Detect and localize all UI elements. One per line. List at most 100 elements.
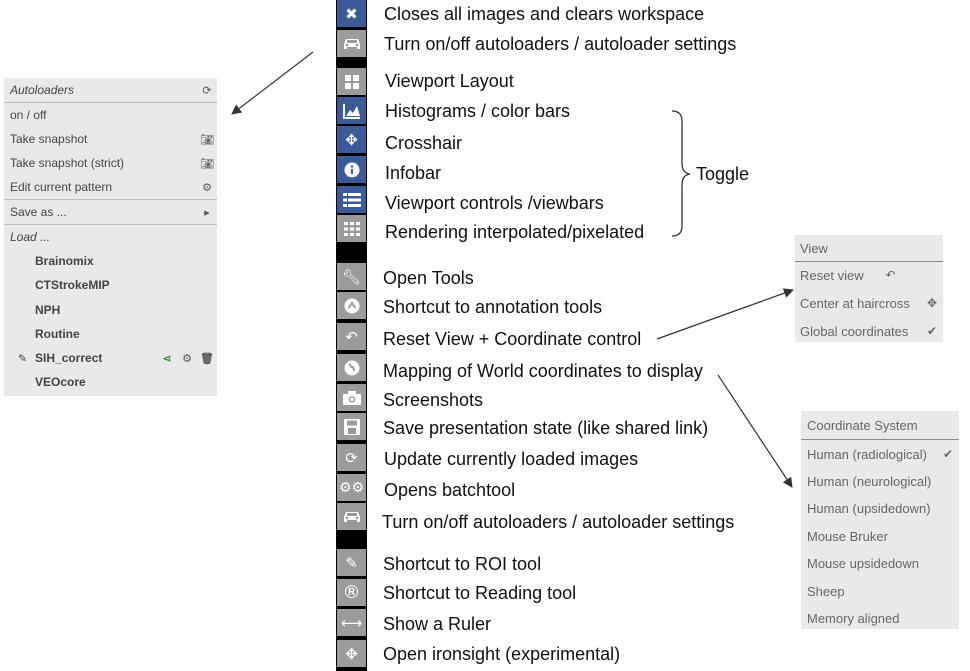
toggle-brace <box>671 110 691 237</box>
desc-batchtool: Opens batchtool <box>384 480 516 500</box>
autoloaders-on-off[interactable]: on / off <box>4 103 217 127</box>
coord-option-label: Mouse upsidedown <box>807 555 920 571</box>
desc-open-tools: Open Tools <box>383 268 474 288</box>
divider <box>801 439 959 440</box>
autoloader-button-2[interactable] <box>337 503 366 530</box>
move-icon: ✥ <box>345 644 358 663</box>
take-snapshot-item[interactable]: Take snapshot 📷︎ <box>4 127 217 151</box>
coord-option[interactable]: Human (upsidedown) <box>801 495 959 521</box>
trash-icon[interactable]: 🗑︎ <box>197 352 217 365</box>
coord-option-label: Human (upsidedown) <box>807 500 931 516</box>
update-images-button[interactable]: ⟳ <box>337 444 366 471</box>
toggle-label: Toggle <box>696 164 750 184</box>
crosshair-button[interactable]: ✥ <box>337 126 366 153</box>
take-snapshot-strict-label: Take snapshot (strict) <box>10 156 125 170</box>
load-item-veocore[interactable]: VEOcore <box>4 370 217 394</box>
coord-panel-title: Coordinate System <box>807 417 918 433</box>
wrench-icon: 🔧︎ <box>341 267 362 286</box>
globe-icon <box>344 360 359 375</box>
autoloaders-header: Autoloaders ⟳ <box>4 78 217 102</box>
desc-reset-view: Reset View + Coordinate control <box>383 329 642 349</box>
coord-option-label: Mouse Bruker <box>807 528 888 544</box>
histograms-button[interactable] <box>337 97 366 124</box>
reset-view-button[interactable]: ↶ <box>337 323 366 350</box>
coord-option[interactable]: Human (neurological) <box>801 468 959 494</box>
edit-pattern-label: Edit current pattern <box>10 180 113 194</box>
tools-button[interactable]: 🔧︎ <box>337 263 366 290</box>
check-icon: ✔ <box>926 324 938 338</box>
desc-autoloaders-2: Turn on/off autoloaders / autoloader set… <box>382 512 735 532</box>
load-item-nph[interactable]: NPH <box>4 298 217 322</box>
coord-option[interactable]: Sheep <box>801 578 959 604</box>
area-chart-icon <box>342 103 360 119</box>
layout-grid-icon <box>344 74 359 89</box>
arrow-to-autoloaders <box>231 51 314 115</box>
desc-histograms: Histograms / color bars <box>385 101 571 121</box>
save-state-button[interactable] <box>337 413 366 440</box>
desc-update-images: Update currently loaded images <box>384 449 639 469</box>
screenshot-button[interactable] <box>337 384 366 411</box>
close-icon: ✖ <box>345 4 358 23</box>
close-all-button[interactable]: ✖ <box>337 0 366 27</box>
gear-icon[interactable]: ⚙ <box>177 352 197 365</box>
reading-tool-button[interactable]: ® <box>337 579 366 606</box>
load-item-label: NPH <box>35 303 61 317</box>
infobar-button[interactable] <box>337 156 366 183</box>
annotation-button[interactable] <box>337 292 366 319</box>
world-mapping-button[interactable] <box>337 354 366 381</box>
roi-tool-button[interactable]: ✎ <box>337 549 366 576</box>
save-as-item[interactable]: Save as ... ▸ <box>4 200 217 224</box>
load-item-brainomix[interactable]: Brainomix <box>4 249 217 273</box>
share-icon[interactable]: ⋖ <box>157 352 177 365</box>
rendering-button[interactable] <box>337 215 366 242</box>
viewport-controls-button[interactable] <box>337 186 366 213</box>
load-item-routine[interactable]: Routine <box>4 322 217 346</box>
coord-option[interactable]: Human (radiological) ✔ <box>801 441 959 467</box>
coord-option-label: Sheep <box>807 583 845 599</box>
desc-reading-tool: Shortcut to Reading tool <box>383 583 577 603</box>
load-item-ctstrokemip[interactable]: CTStrokeMIP <box>4 273 217 297</box>
coord-option[interactable]: Memory aligned <box>801 605 959 631</box>
desc-viewport-layout: Viewport Layout <box>385 71 514 91</box>
on-off-label: on / off <box>10 108 47 122</box>
car-icon <box>343 38 360 49</box>
desc-rendering: Rendering interpolated/pixelated <box>385 222 645 242</box>
coord-option[interactable]: Mouse upsidedown <box>801 550 959 576</box>
pencil-icon: ✎ <box>18 351 28 365</box>
load-item-label: SIH_correct <box>35 351 103 365</box>
refresh-icon: ⟳ <box>345 448 358 467</box>
coord-option[interactable]: Mouse Bruker <box>801 523 959 549</box>
load-item-label: Routine <box>35 327 80 341</box>
coord-option-label: Human (neurological) <box>807 473 932 489</box>
desc-viewport-controls: Viewport controls /viewbars <box>385 193 604 213</box>
ironsight-button[interactable]: ✥ <box>337 640 366 667</box>
desc-autoloaders: Turn on/off autoloaders / autoloader set… <box>384 34 737 54</box>
undo-icon: ↶ <box>345 327 358 346</box>
center-haircross-item[interactable]: Center at haircross ✥ <box>795 290 943 316</box>
desc-save-state: Save presentation state (like shared lin… <box>383 418 709 438</box>
take-snapshot-strict-item[interactable]: Take snapshot (strict) 📷︎ <box>4 151 217 175</box>
view-panel-title: View <box>800 240 828 256</box>
desc-infobar: Infobar <box>385 163 442 183</box>
caret-right-icon: ▸ <box>204 205 210 219</box>
refresh-icon[interactable]: ⟳ <box>197 84 217 97</box>
toolbar: ✖ ✥ 🔧︎ ↶ ⟳ ⚙⚙ ✎ ® ⟷ ✥ <box>336 0 367 671</box>
viewport-layout-button[interactable] <box>337 68 366 95</box>
crosshair-icon: ✥ <box>926 296 938 310</box>
ruler-button[interactable]: ⟷ <box>337 609 366 636</box>
floppy-disk-icon <box>343 418 360 435</box>
load-item-sih-correct[interactable]: ✎ SIH_correct ⋖ ⚙ 🗑︎ <box>4 346 217 370</box>
list-icon <box>342 192 361 207</box>
gear-icon: ⚙ <box>202 180 212 194</box>
take-snapshot-label: Take snapshot <box>10 132 88 146</box>
load-item-label: Brainomix <box>35 254 94 268</box>
edit-pattern-item[interactable]: Edit current pattern ⚙ <box>4 175 217 199</box>
load-item-label: VEOcore <box>35 375 86 389</box>
autoloader-button[interactable] <box>337 30 366 57</box>
load-header: Load ... <box>4 225 217 249</box>
global-coordinates-item[interactable]: Global coordinates ✔ <box>795 318 943 344</box>
batchtool-button[interactable]: ⚙⚙ <box>337 474 366 501</box>
check-icon: ✔ <box>942 447 954 461</box>
camera-icon: 📷︎ <box>200 156 214 170</box>
reset-view-item[interactable]: Reset view ↶ <box>795 262 943 288</box>
